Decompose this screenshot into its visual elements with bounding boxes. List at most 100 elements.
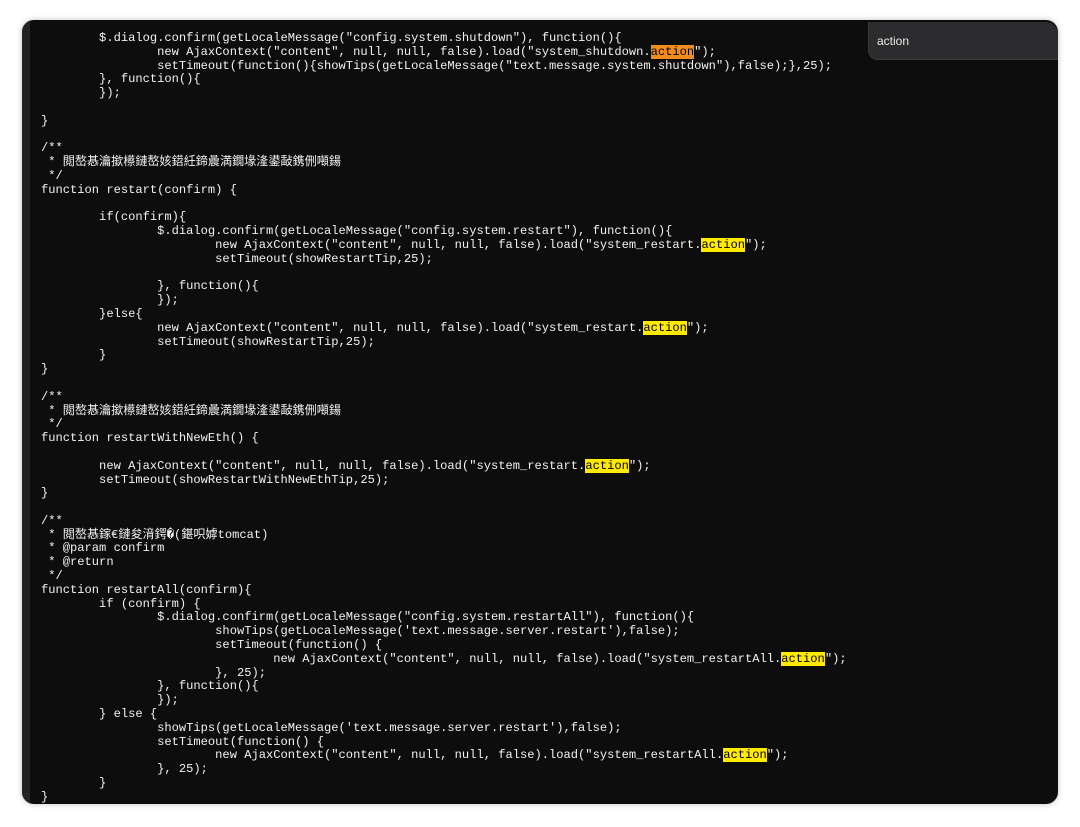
code-line: new AjaxContext("content", null, null, f… xyxy=(41,320,1058,336)
code-text: showTips(getLocaleMessage('text.message.… xyxy=(41,624,680,639)
code-line: if (confirm) { xyxy=(41,597,1058,612)
code-line: } xyxy=(41,113,1058,129)
code-text: new AjaxContext("content", null, null, f… xyxy=(41,44,651,59)
code-line: * 閲嶅惎瀹撳櫒鏈嶅姟鍣紝鍗曟満鐗堟湰鍙敮鎸侀噸鍚 xyxy=(41,155,1058,170)
code-line: }, function(){ xyxy=(41,680,1058,694)
code-line: * 閲嶅惎瀹撳櫒鏈嶅姟鍣紝鍗曟満鐗堟湰鍙敮鎸侀噸鍚 xyxy=(41,403,1058,419)
code-text: } xyxy=(41,362,49,377)
code-line: }); xyxy=(41,293,1058,308)
code-text: setTimeout(showRestartTip,25); xyxy=(41,334,375,349)
code-text: new AjaxContext("content", null, null, f… xyxy=(41,748,724,763)
code-line: }); xyxy=(41,86,1058,101)
code-line: } xyxy=(41,790,1058,804)
code-text: }, 25); xyxy=(41,665,266,680)
code-text: }, function(){ xyxy=(41,72,201,87)
code-line: } xyxy=(41,362,1058,377)
code-text: }, 25); xyxy=(41,762,208,777)
code-text: new AjaxContext("content", null, null, f… xyxy=(41,320,644,335)
window-left-edge xyxy=(22,20,30,804)
code-text: setTimeout(showRestartTip,25); xyxy=(41,251,433,266)
code-line: */ xyxy=(41,169,1058,184)
code-line: new AjaxContext("content", null, null, f… xyxy=(41,458,1058,474)
code-text: function restartAll(confirm){ xyxy=(41,582,252,597)
search-match-highlight: action xyxy=(781,651,825,666)
code-line: if(confirm){ xyxy=(41,210,1058,225)
code-text: setTimeout(showRestartWithNewEthTip,25); xyxy=(41,472,390,487)
code-text: }); xyxy=(41,293,179,308)
code-line: function restartAll(confirm){ xyxy=(41,582,1058,598)
code-line: } xyxy=(41,486,1058,501)
code-text: showTips(getLocaleMessage('text.message.… xyxy=(41,720,622,735)
code-text: setTimeout(function() { xyxy=(41,734,325,749)
code-line: setTimeout(function(){showTips(getLocale… xyxy=(41,58,1058,74)
code-text: }, function(){ xyxy=(41,279,259,294)
code-line: setTimeout(showRestartTip,25); xyxy=(41,251,1058,267)
code-line: }, 25); xyxy=(41,762,1058,777)
code-text: setTimeout(function(){showTips(getLocale… xyxy=(41,58,833,73)
code-line: setTimeout(function() { xyxy=(41,734,1058,750)
code-text: }else{ xyxy=(41,306,143,321)
search-match-highlight: action xyxy=(585,458,629,473)
code-line: $.dialog.confirm(getLocaleMessage("confi… xyxy=(41,611,1058,625)
search-match-highlight: action xyxy=(643,320,687,335)
code-line: /** xyxy=(41,389,1058,405)
code-line: setTimeout(function() { xyxy=(41,638,1058,653)
code-text: } xyxy=(41,486,49,501)
code-line: setTimeout(showRestartWithNewEthTip,25); xyxy=(41,472,1058,488)
code-text: "); xyxy=(686,320,709,335)
code-text: * @return xyxy=(41,555,114,570)
code-text: $.dialog.confirm(getLocaleMessage("confi… xyxy=(41,224,673,239)
code-text: } else { xyxy=(41,707,158,722)
code-text: * 閲嶅惎瀹撳櫒鏈嶅姟鍣紝鍗曟満鐗堟湰鍙敮鎸侀噸鍚 xyxy=(41,155,341,170)
code-text: } xyxy=(41,348,107,363)
code-line: /** xyxy=(41,513,1058,529)
code-line: }, 25); xyxy=(41,665,1058,681)
code-text: new AjaxContext("content", null, null, f… xyxy=(41,237,702,252)
code-text: /** xyxy=(41,389,63,404)
code-line: * 閲嶅惎鎵€鏈夋湇鍔�(鍖呮嫭tomcat) xyxy=(41,527,1058,543)
code-line: showTips(getLocaleMessage('text.message.… xyxy=(41,624,1058,639)
code-text: /** xyxy=(41,513,63,528)
code-line: showTips(getLocaleMessage('text.message.… xyxy=(41,720,1058,736)
code-line: }); xyxy=(41,693,1058,708)
code-text: * 閲嶅惎鎵€鏈夋湇鍔�(鍖呮嫭tomcat) xyxy=(41,527,269,542)
code-text: new AjaxContext("content", null, null, f… xyxy=(41,651,782,666)
code-text: "); xyxy=(766,748,789,763)
code-viewer-window: $.dialog.confirm(getLocaleMessage("confi… xyxy=(22,20,1058,804)
code-line: } else { xyxy=(41,707,1058,722)
code-text: }); xyxy=(41,693,179,708)
code-text: setTimeout(function() { xyxy=(41,638,383,653)
code-text: */ xyxy=(41,569,63,584)
code-text: * 閲嶅惎瀹撳櫒鏈嶅姟鍣紝鍗曟満鐗堟湰鍙敮鎸侀噸鍚 xyxy=(41,403,341,418)
code-text: "); xyxy=(694,44,716,59)
code-text: new AjaxContext("content", null, null, f… xyxy=(41,458,586,473)
search-match-highlight: action xyxy=(723,748,767,763)
code-line: function restartWithNewEth() { xyxy=(41,431,1058,446)
code-line: * @param confirm xyxy=(41,542,1058,556)
code-line: setTimeout(showRestartTip,25); xyxy=(41,334,1058,350)
code-line: function restart(confirm) { xyxy=(41,182,1058,198)
code-line: * @return xyxy=(41,555,1058,570)
code-line: $.dialog.confirm(getLocaleMessage("confi… xyxy=(41,224,1058,239)
code-line: }, function(){ xyxy=(41,279,1058,294)
find-input[interactable] xyxy=(877,33,1047,48)
code-text: }, function(){ xyxy=(41,679,259,694)
search-match-highlight: action xyxy=(701,237,745,252)
code-listing[interactable]: $.dialog.confirm(getLocaleMessage("confi… xyxy=(41,31,1058,804)
code-line: */ xyxy=(41,417,1058,432)
code-text: if(confirm){ xyxy=(41,210,187,225)
code-text: function restart(confirm) { xyxy=(41,182,237,197)
code-line: new AjaxContext("content", null, null, f… xyxy=(41,237,1058,253)
code-text: function restartWithNewEth() { xyxy=(41,431,259,446)
code-line: }, function(){ xyxy=(41,72,1058,87)
code-text: }); xyxy=(41,86,121,101)
code-text: } xyxy=(41,113,49,128)
code-line: }else{ xyxy=(41,306,1058,322)
find-bar xyxy=(868,22,1058,60)
code-text: */ xyxy=(41,417,63,432)
